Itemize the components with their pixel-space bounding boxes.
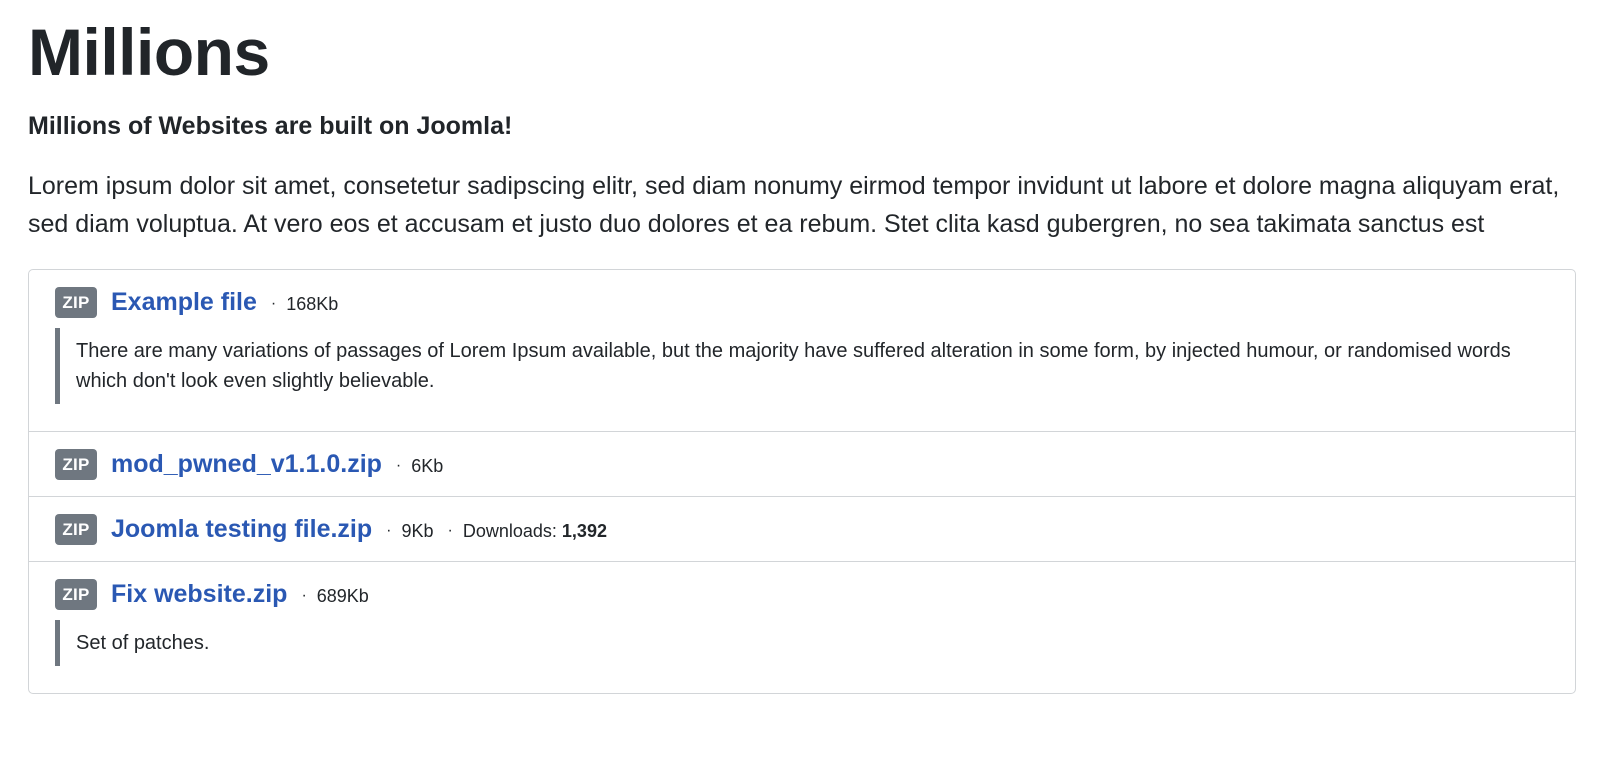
file-item: ZIP Fix website.zip · 689Kb Set of patch… xyxy=(29,561,1575,693)
file-type-badge: ZIP xyxy=(55,513,97,545)
file-item: ZIP Joomla testing file.zip · 9Kb · Down… xyxy=(29,496,1575,561)
file-row: ZIP Example file · 168Kb xyxy=(55,286,1549,318)
page-title: Millions xyxy=(28,15,270,89)
separator-dot: · xyxy=(270,295,277,312)
file-row: ZIP mod_pwned_v1.1.0.zip · 6Kb xyxy=(55,448,1549,480)
separator-dot: · xyxy=(386,522,392,539)
file-item: ZIP mod_pwned_v1.1.0.zip · 6Kb xyxy=(29,431,1575,496)
file-row: ZIP Joomla testing file.zip · 9Kb · Down… xyxy=(55,513,1549,545)
file-type-badge: ZIP xyxy=(55,448,97,480)
downloads-value: 1,392 xyxy=(561,520,607,541)
file-item: ZIP Example file · 168Kb There are many … xyxy=(29,270,1575,431)
file-download-link[interactable]: Joomla testing file.zip xyxy=(111,514,372,544)
file-size: 9Kb xyxy=(401,520,434,541)
intro-text: Lorem ipsum dolor sit amet, consetetur s… xyxy=(28,172,1560,238)
file-description: Set of patches. xyxy=(55,620,1549,666)
file-size: 6Kb xyxy=(411,455,444,476)
file-row: ZIP Fix website.zip · 689Kb xyxy=(55,578,1549,610)
page-subtitle: Millions of Websites are built on Joomla… xyxy=(28,112,513,140)
file-type-badge: ZIP xyxy=(55,286,97,318)
file-type-badge: ZIP xyxy=(55,578,97,610)
page-content: Millions Millions of Websites are built … xyxy=(0,0,1600,694)
file-size: 689Kb xyxy=(316,585,369,606)
separator-dot: · xyxy=(447,522,453,539)
downloads-label: Downloads: xyxy=(462,520,557,541)
file-download-link[interactable]: mod_pwned_v1.1.0.zip xyxy=(111,449,382,479)
download-count: Downloads: 1,392 xyxy=(463,521,607,542)
file-download-link[interactable]: Fix website.zip xyxy=(111,579,287,609)
file-description: There are many variations of passages of… xyxy=(55,328,1549,404)
separator-dot: · xyxy=(301,587,307,604)
file-list: ZIP Example file · 168Kb There are many … xyxy=(28,269,1576,694)
file-download-link[interactable]: Example file xyxy=(111,287,257,317)
file-size: 168Kb xyxy=(286,293,339,314)
separator-dot: · xyxy=(395,457,402,474)
